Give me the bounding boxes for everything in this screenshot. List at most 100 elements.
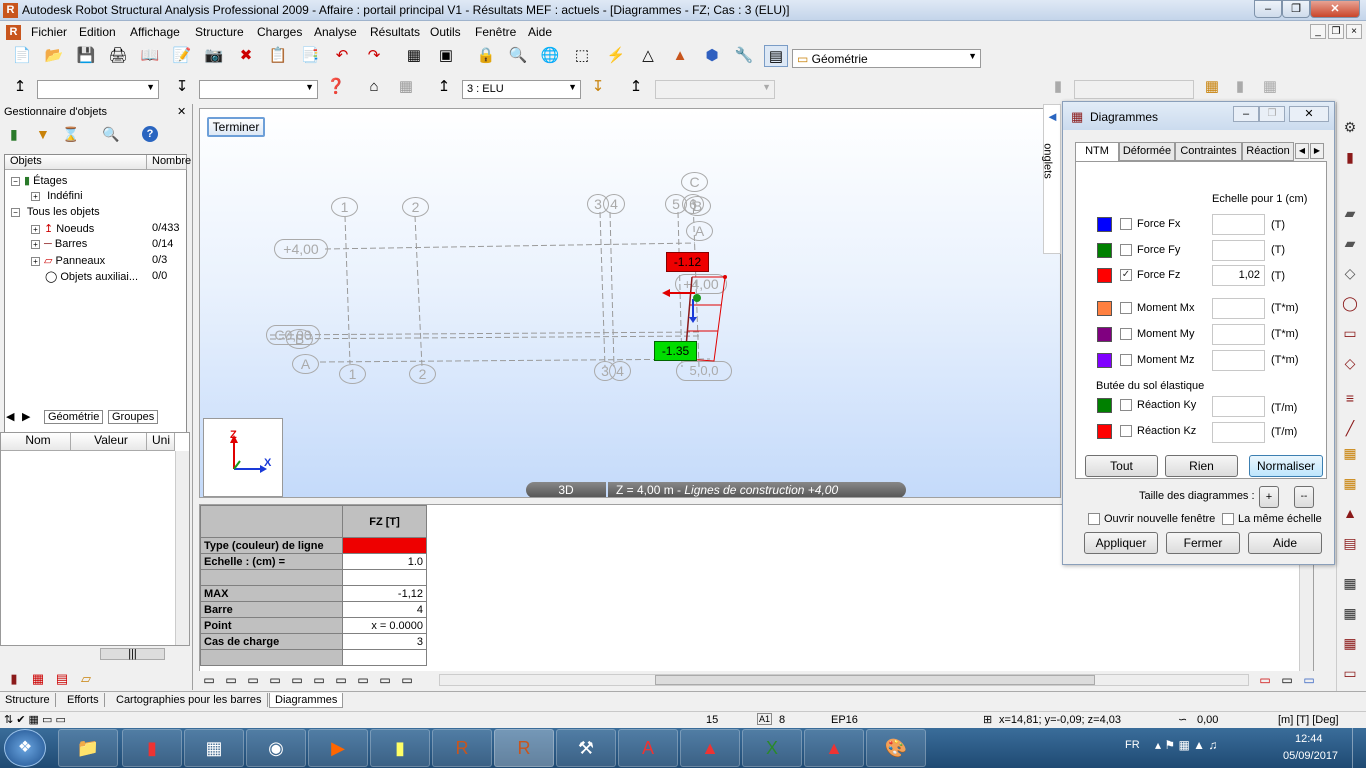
taskbar-excel-icon[interactable]: X (742, 729, 802, 767)
search-icon[interactable]: 🔍 (102, 126, 119, 143)
taskbar-explorer-icon[interactable]: 📁 (58, 729, 118, 767)
taskbar-media-icon[interactable]: ▶ (308, 729, 368, 767)
ky-value-input[interactable] (1212, 396, 1265, 417)
fx-color-swatch[interactable] (1097, 217, 1112, 232)
layout-selector[interactable]: ▭ Géométrie ▼ (792, 49, 981, 68)
right-tool16-icon[interactable]: ▦ (1338, 602, 1362, 624)
mode-combo[interactable]: ▼ (655, 80, 775, 99)
tray-icons[interactable]: ▴ ⚑ ▦ ▲ ♫ (1155, 738, 1217, 752)
table-tool6-icon[interactable]: ▭ (309, 669, 329, 691)
fx-checkbox[interactable] (1120, 218, 1132, 231)
ky-checkbox[interactable] (1120, 399, 1132, 412)
results-icon[interactable]: △ (636, 45, 660, 67)
menu-fenetre[interactable]: Fenêtre (475, 25, 516, 39)
status-tools-icons[interactable]: ⇅ ✔ ▦ ▭ ▭ (4, 713, 66, 726)
section-icon[interactable]: ▦ (1200, 76, 1224, 98)
tree-item-all-objects[interactable]: − Tous les objets (11, 206, 100, 222)
fz-value-input[interactable]: 1,02 (1212, 265, 1265, 286)
structure-viewport[interactable]: Terminer 1 2 3 4 5 6 C B A +4,00 +4,00 C… (199, 108, 1061, 498)
table-tool1-icon[interactable]: ▭ (199, 669, 219, 691)
mz-checkbox[interactable] (1120, 354, 1132, 367)
right-tool18-icon[interactable]: ▭ (1338, 662, 1362, 684)
properties-scrollbar[interactable] (175, 451, 189, 645)
mx-color-swatch[interactable] (1097, 301, 1112, 316)
paste-icon[interactable]: 📑 (298, 45, 322, 67)
mdi-close-button[interactable]: × (1346, 24, 1362, 39)
mx-checkbox[interactable] (1120, 302, 1132, 315)
row-value-line-color[interactable] (342, 537, 427, 554)
column-nombre[interactable]: Nombre (147, 155, 191, 170)
right-tool15-icon[interactable]: ▦ (1338, 572, 1362, 594)
rien-button[interactable]: Rien (1165, 455, 1238, 477)
calculations-icon[interactable]: ⚡ (604, 45, 628, 67)
increase-size-button[interactable]: + (1259, 486, 1279, 508)
table-tool5-icon[interactable]: ▭ (287, 669, 307, 691)
right-tool13-icon[interactable]: ▲ (1338, 502, 1362, 524)
menu-resultats[interactable]: Résultats (370, 25, 420, 39)
column-nom[interactable]: Nom (1, 433, 71, 451)
menu-affichage[interactable]: Affichage (130, 25, 180, 39)
mdi-minimize-button[interactable]: _ (1310, 24, 1326, 39)
column-unite[interactable]: Uni (147, 433, 175, 451)
mz-color-swatch[interactable] (1097, 353, 1112, 368)
view-plane-status[interactable]: Z = 4,00 m - Lignes de construction +4,0… (608, 482, 906, 497)
mode-icon[interactable]: ↥ (624, 76, 648, 98)
status-units[interactable]: [m] [T] [Deg] (1278, 714, 1339, 726)
normaliser-button[interactable]: Normaliser (1249, 455, 1323, 477)
decrease-size-button[interactable]: -- (1294, 486, 1314, 508)
tab-scroll-left-icon[interactable]: ◀ (1295, 143, 1309, 159)
tab-reaction[interactable]: Réaction (1242, 142, 1294, 161)
tout-button[interactable]: Tout (1085, 455, 1158, 477)
right-tool10-icon[interactable]: ╱ (1338, 417, 1362, 439)
zoom-all-icon[interactable]: ⬚ (570, 45, 594, 67)
table-tool10-icon[interactable]: ▭ (397, 669, 417, 691)
column-objets[interactable]: Objets (5, 155, 147, 170)
table-tool3-icon[interactable]: ▭ (243, 669, 263, 691)
bar-selection-combo[interactable]: ▼ (199, 80, 318, 99)
right-tool9-icon[interactable]: ≡ (1338, 387, 1362, 409)
tree-item-panneaux[interactable]: + ▱ Panneaux 0/3 (31, 254, 187, 270)
right-tool17-icon[interactable]: ▦ (1338, 632, 1362, 654)
taskbar-robot2-icon[interactable]: R (494, 729, 554, 767)
print-icon[interactable]: 🖨 (106, 45, 130, 67)
tray-time[interactable]: 12:44 (1295, 733, 1323, 745)
node-selection-combo[interactable]: ▼ (37, 80, 159, 99)
layouts-icon[interactable]: ▤ (764, 45, 788, 67)
right-tool4-icon[interactable]: ▰ (1338, 232, 1362, 254)
fz-color-swatch[interactable] (1097, 268, 1112, 283)
copy-icon[interactable]: 📋 (266, 45, 290, 67)
properties-hscroll-thumb[interactable]: ||| (100, 648, 165, 660)
print-setup-icon[interactable]: 📝 (170, 45, 194, 67)
dialog-minimize-button[interactable]: – (1233, 106, 1259, 122)
properties-icon[interactable]: ❓ (324, 76, 348, 98)
new-icon[interactable]: 📄 (10, 45, 34, 67)
undo-icon[interactable]: ↶ (330, 45, 354, 67)
panel-close-icon[interactable]: ✕ (177, 105, 186, 118)
aide-button[interactable]: Aide (1248, 532, 1322, 554)
tab-contraintes[interactable]: Contraintes (1175, 142, 1242, 161)
tab-efforts[interactable]: Efforts (62, 693, 105, 707)
taskbar-app2-icon[interactable]: ▮ (122, 729, 182, 767)
structure-icon[interactable]: ▲ (668, 45, 692, 67)
kz-value-input[interactable] (1212, 422, 1265, 443)
table-tool12-icon[interactable]: ▭ (1277, 669, 1297, 691)
view-3d-button[interactable]: 3D (526, 482, 606, 497)
prop-tool2-icon[interactable]: ▦ (26, 668, 50, 690)
right-tool2-icon[interactable]: ▮ (1338, 146, 1362, 168)
tab-diagrammes[interactable]: Diagrammes (269, 693, 344, 708)
tab-cartographies[interactable]: Cartographies pour les barres (111, 693, 268, 707)
fx-value-input[interactable] (1212, 214, 1265, 235)
taskbar-robot1-icon[interactable]: R (432, 729, 492, 767)
row-value-scale[interactable]: 1.0 (342, 553, 427, 570)
menu-fichier[interactable]: Fichier (31, 25, 67, 39)
tab-ntm[interactable]: NTM (1075, 142, 1119, 162)
right-tool8-icon[interactable]: ◇ (1338, 352, 1362, 374)
column-valeur[interactable]: Valeur (71, 433, 147, 451)
table-tool8-icon[interactable]: ▭ (353, 669, 373, 691)
help-icon[interactable]: ? (142, 126, 158, 142)
menu-aide[interactable]: Aide (528, 25, 552, 39)
menu-structure[interactable]: Structure (195, 25, 244, 39)
menu-outils[interactable]: Outils (430, 25, 461, 39)
right-tool11-icon[interactable]: ▦ (1338, 442, 1362, 464)
show-desktop-button[interactable] (1352, 728, 1366, 768)
